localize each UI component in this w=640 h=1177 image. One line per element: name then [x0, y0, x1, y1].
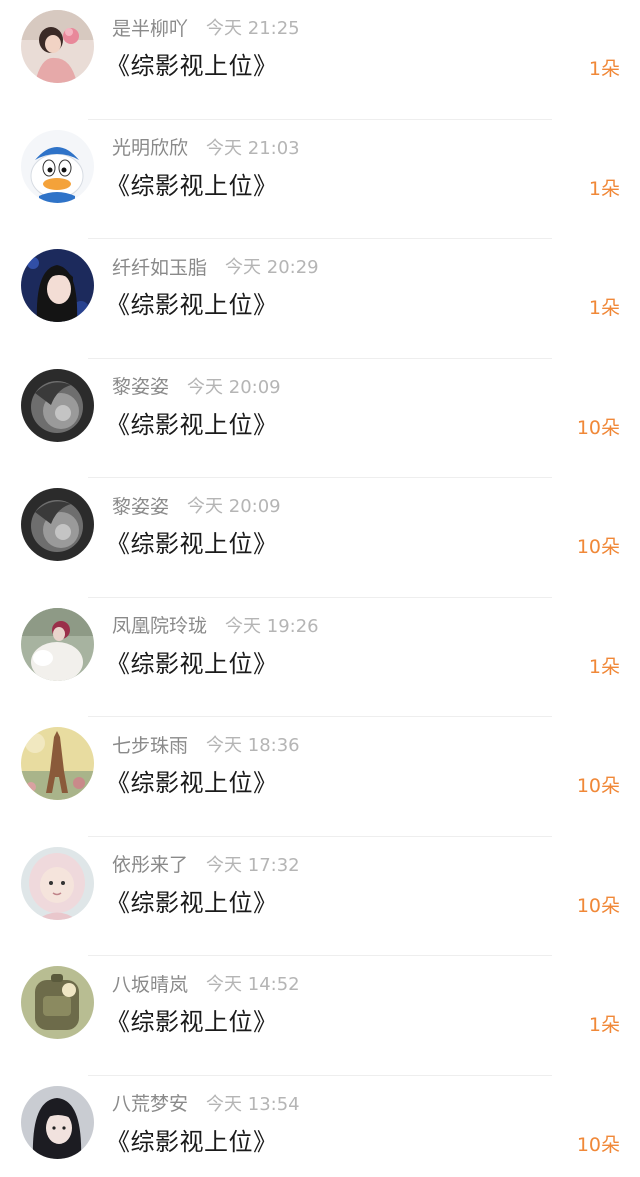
list-item[interactable]: 光明欣欣 今天 21:03 《综影视上位》 1朵	[0, 120, 640, 240]
girl-bangs-avatar-icon	[21, 1085, 94, 1159]
list-item[interactable]: 七步珠雨 今天 18:36 《综影视上位》 10朵	[0, 717, 640, 837]
user-name[interactable]: 纤纤如玉脂	[112, 253, 207, 280]
flower-count: 1朵	[588, 1014, 620, 1036]
user-name[interactable]: 黎姿姿	[112, 372, 169, 399]
list-item[interactable]: 是半柳吖 今天 21:25 《综影视上位》 1朵	[0, 0, 640, 120]
book-title: 《综影视上位》	[106, 888, 278, 917]
user-name[interactable]: 八荒梦安	[112, 1089, 188, 1116]
user-name[interactable]: 是半柳吖	[112, 14, 188, 41]
list-item[interactable]: 凤凰院玲珑 今天 19:26 《综影视上位》 1朵	[0, 598, 640, 718]
avatar[interactable]	[21, 607, 94, 681]
avatar[interactable]	[21, 368, 94, 442]
book-title: 《综影视上位》	[106, 1127, 278, 1156]
white-fur-avatar-icon	[21, 607, 94, 681]
timestamp: 今天 18:36	[206, 735, 300, 756]
avatar[interactable]	[21, 129, 94, 203]
avatar[interactable]	[21, 966, 94, 1039]
list-item[interactable]: 八荒梦安 今天 13:54 《综影视上位》 10朵	[0, 1076, 640, 1177]
flower-count: 1朵	[588, 297, 620, 319]
timestamp: 今天 20:09	[187, 376, 281, 398]
timestamp: 今天 21:03	[206, 137, 300, 159]
timestamp: 今天 19:26	[225, 615, 319, 637]
eiffel-tower-avatar-icon	[21, 727, 94, 800]
gift-record-list: 是半柳吖 今天 21:25 《综影视上位》 1朵 光明欣欣 今天 21:03 《…	[0, 0, 640, 1177]
flower-count: 10朵	[576, 416, 620, 439]
avatar[interactable]	[21, 846, 94, 920]
list-item[interactable]: 纤纤如玉脂 今天 20:29 《综影视上位》 1朵	[0, 239, 640, 359]
avatar[interactable]	[21, 488, 94, 561]
timestamp: 今天 17:32	[206, 854, 300, 876]
backpack-avatar-icon	[21, 966, 94, 1039]
timestamp: 今天 21:25	[206, 18, 300, 39]
user-name[interactable]: 凤凰院玲珑	[112, 611, 207, 638]
list-item[interactable]: 依彤来了 今天 17:32 《综影视上位》 10朵	[0, 837, 640, 957]
grayscale-portrait-avatar-icon	[21, 368, 94, 442]
user-name[interactable]: 光明欣欣	[112, 133, 188, 160]
user-name[interactable]: 七步珠雨	[112, 731, 188, 758]
timestamp: 今天 13:54	[206, 1093, 300, 1115]
avatar[interactable]	[21, 10, 94, 83]
flower-count: 10朵	[576, 536, 620, 558]
flower-count: 1朵	[588, 655, 620, 678]
timestamp: 今天 20:09	[187, 496, 281, 517]
baby-hood-avatar-icon	[21, 846, 94, 920]
flower-count: 1朵	[588, 177, 620, 200]
grayscale-portrait-avatar-icon	[21, 488, 94, 561]
avatar[interactable]	[21, 1085, 94, 1159]
user-name[interactable]: 依彤来了	[112, 850, 188, 877]
book-title: 《综影视上位》	[106, 649, 278, 678]
book-title: 《综影视上位》	[106, 410, 278, 439]
girl-dark-hair-avatar-icon	[21, 249, 94, 322]
avatar[interactable]	[21, 727, 94, 800]
flower-count: 10朵	[576, 1133, 620, 1156]
book-title: 《综影视上位》	[106, 1008, 278, 1036]
flower-count: 10朵	[576, 894, 620, 917]
list-item[interactable]: 黎姿姿 今天 20:09 《综影视上位》 10朵	[0, 359, 640, 479]
list-item[interactable]: 八坂晴岚 今天 14:52 《综影视上位》 1朵	[0, 956, 640, 1076]
avatar[interactable]	[21, 249, 94, 322]
user-name[interactable]: 黎姿姿	[112, 492, 169, 519]
list-item[interactable]: 黎姿姿 今天 20:09 《综影视上位》 10朵	[0, 478, 640, 598]
timestamp: 今天 14:52	[206, 974, 300, 995]
book-title: 《综影视上位》	[106, 291, 278, 319]
flower-count: 1朵	[588, 58, 620, 80]
book-title: 《综影视上位》	[106, 171, 278, 200]
book-title: 《综影视上位》	[106, 769, 278, 797]
book-title: 《综影视上位》	[106, 52, 278, 80]
user-name[interactable]: 八坂晴岚	[112, 970, 188, 997]
flower-count: 10朵	[576, 775, 620, 797]
timestamp: 今天 20:29	[225, 257, 319, 278]
book-title: 《综影视上位》	[106, 530, 278, 558]
donald-duck-avatar-icon	[21, 129, 94, 203]
girl-pink-avatar-icon	[21, 10, 94, 83]
